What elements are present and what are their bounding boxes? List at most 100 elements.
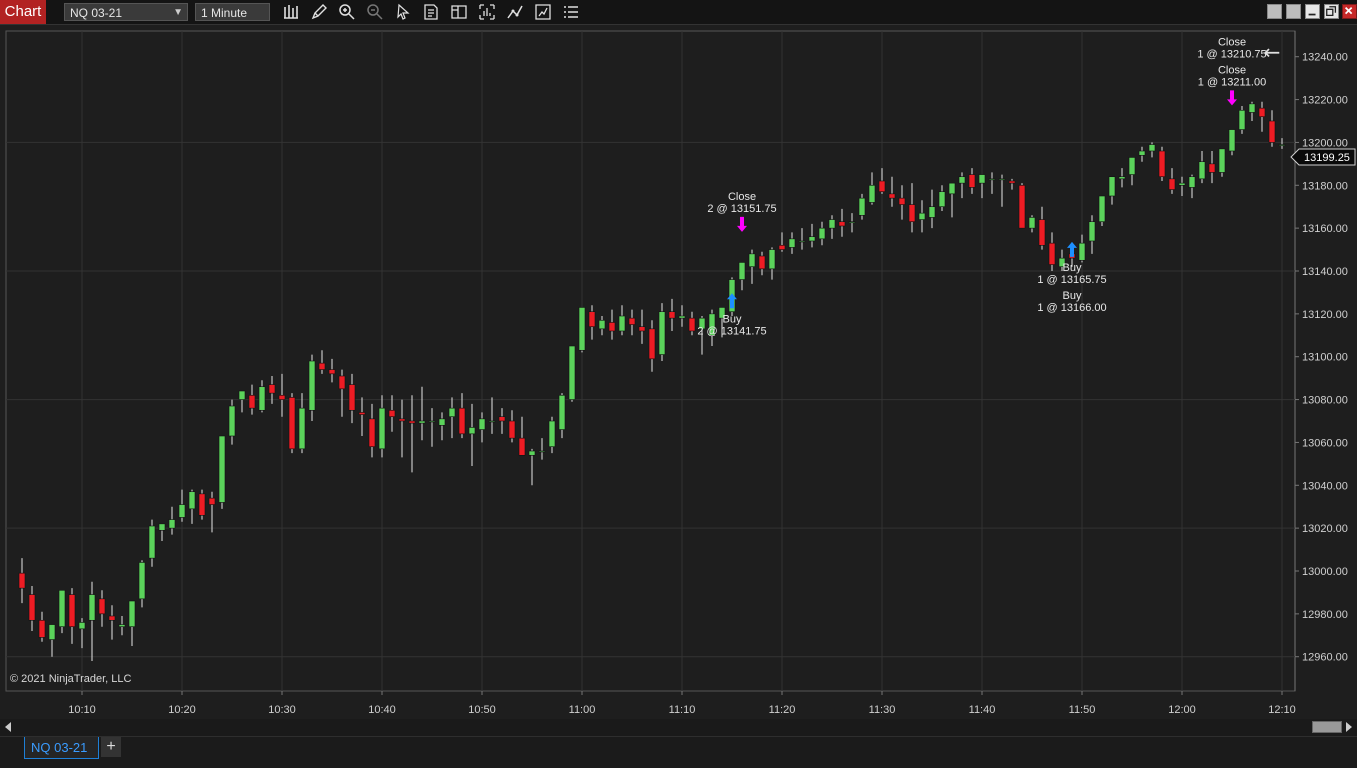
time-tick-label: 11:10	[669, 704, 696, 716]
window-titlebar: Chart NQ 03-21 ▼ 1 Minute	[0, 0, 1357, 25]
candle-body	[1228, 129, 1236, 152]
candle-body	[738, 262, 746, 280]
window-link-icon[interactable]	[1286, 4, 1301, 19]
candle-body	[1188, 176, 1196, 188]
price-tick-label: 13060.00	[1302, 437, 1348, 449]
scroll-right-icon[interactable]	[1346, 722, 1352, 732]
indicators-icon[interactable]	[505, 2, 525, 22]
window-tile-icon[interactable]	[1267, 4, 1282, 19]
marker-label: Buy	[1063, 290, 1082, 302]
candle-body	[208, 497, 216, 505]
pointer-icon[interactable]	[393, 2, 413, 22]
interval-select[interactable]: 1 Minute	[195, 3, 270, 21]
chart-tab-bar: NQ 03-21 +	[0, 736, 1357, 768]
candle-body	[468, 427, 476, 435]
zoom-box-icon[interactable]	[477, 2, 497, 22]
restore-icon[interactable]	[1324, 4, 1339, 19]
candle-body	[258, 386, 266, 411]
candle-body	[628, 317, 636, 325]
candle-body	[288, 397, 296, 450]
scroll-left-icon[interactable]	[5, 722, 11, 732]
price-chart[interactable]: 12960.00 12980.00 13000.00 13020.00 13040.00…	[0, 25, 1357, 719]
candle-body	[878, 180, 886, 193]
price-tick-label: 13220.00	[1302, 95, 1348, 107]
candle-body	[148, 525, 156, 559]
candle-body	[508, 420, 516, 439]
horizontal-scrollbar[interactable]	[0, 719, 1357, 736]
candle-body	[178, 504, 186, 518]
candle-body	[1078, 242, 1086, 261]
candle-body	[968, 174, 976, 188]
candle-body	[848, 221, 856, 224]
current-price-marker: 13199.25	[1290, 148, 1356, 166]
candle-body	[578, 307, 586, 351]
draw-pencil-icon[interactable]	[309, 2, 329, 22]
candle-body	[948, 182, 956, 195]
price-tick-label: 13160.00	[1302, 223, 1348, 235]
plot-frame	[5, 30, 1296, 692]
instrument-select[interactable]: NQ 03-21 ▼	[64, 3, 188, 21]
candle-body	[668, 311, 676, 319]
marker-detail: 1 @ 13165.75	[1037, 274, 1106, 286]
menu-list-icon[interactable]	[561, 2, 581, 22]
time-tick-label: 11:50	[1069, 704, 1096, 716]
candle-body	[978, 174, 986, 184]
candle-body	[798, 240, 806, 243]
candle-body	[1178, 182, 1186, 186]
buy-arrow-icon	[727, 293, 737, 309]
candle-body	[1168, 178, 1176, 190]
close-icon[interactable]	[1342, 4, 1357, 19]
candle-body	[898, 197, 906, 205]
scroll-thumb[interactable]	[1312, 721, 1342, 733]
price-tick-label: 13240.00	[1302, 52, 1348, 64]
templates-icon[interactable]	[449, 2, 469, 22]
candle-body	[1208, 163, 1216, 173]
candle-body	[758, 255, 766, 270]
candle-body	[1278, 144, 1286, 146]
strategies-icon[interactable]	[533, 2, 553, 22]
time-axis: 10:10 10:20 10:30 10:40 10:50 11:00 11:10 11:20…	[68, 691, 1296, 716]
candle-body	[1258, 107, 1266, 118]
bars-type-icon[interactable]	[281, 2, 301, 22]
candle-body	[958, 176, 966, 184]
properties-icon[interactable]	[421, 2, 441, 22]
time-tick-label: 12:00	[1168, 704, 1196, 716]
candle-body	[408, 420, 416, 424]
candle-body	[918, 212, 926, 220]
candle-body	[68, 594, 76, 628]
candle-body	[1028, 217, 1036, 229]
time-tick-label: 11:00	[569, 704, 596, 716]
candle-body	[818, 227, 826, 240]
candle-body	[868, 184, 876, 203]
tab-nq-03-21[interactable]: NQ 03-21	[24, 737, 99, 759]
candle-body	[988, 178, 996, 181]
candle-body	[828, 219, 836, 229]
time-tick-label: 10:30	[268, 704, 296, 716]
zoom-out-icon[interactable]	[365, 2, 385, 22]
candle-body	[368, 418, 376, 448]
price-tick-label: 13180.00	[1302, 180, 1348, 192]
candle-body	[308, 360, 316, 411]
candle-body	[1158, 150, 1166, 178]
back-arrow-icon[interactable]: ←	[1264, 40, 1281, 64]
candle-body	[338, 375, 346, 390]
candle-body	[1108, 176, 1116, 197]
zoom-in-icon[interactable]	[337, 2, 357, 22]
marker-label: Buy	[723, 313, 742, 325]
minimize-icon[interactable]	[1305, 4, 1320, 19]
candle-body	[888, 193, 896, 199]
candle-body	[808, 236, 816, 242]
time-tick-label: 10:10	[68, 704, 96, 716]
candle-body	[358, 412, 366, 415]
candle-body	[188, 491, 196, 510]
add-tab-button[interactable]: +	[101, 737, 121, 757]
window-title[interactable]: Chart	[0, 0, 46, 24]
candle-body	[78, 622, 86, 630]
candle-body	[1148, 144, 1156, 152]
candle-body	[688, 317, 696, 332]
candle-body	[298, 407, 306, 450]
candle-body	[238, 390, 246, 400]
candle-body	[528, 450, 536, 456]
time-tick-label: 11:30	[869, 704, 896, 716]
candle-body	[138, 562, 146, 600]
